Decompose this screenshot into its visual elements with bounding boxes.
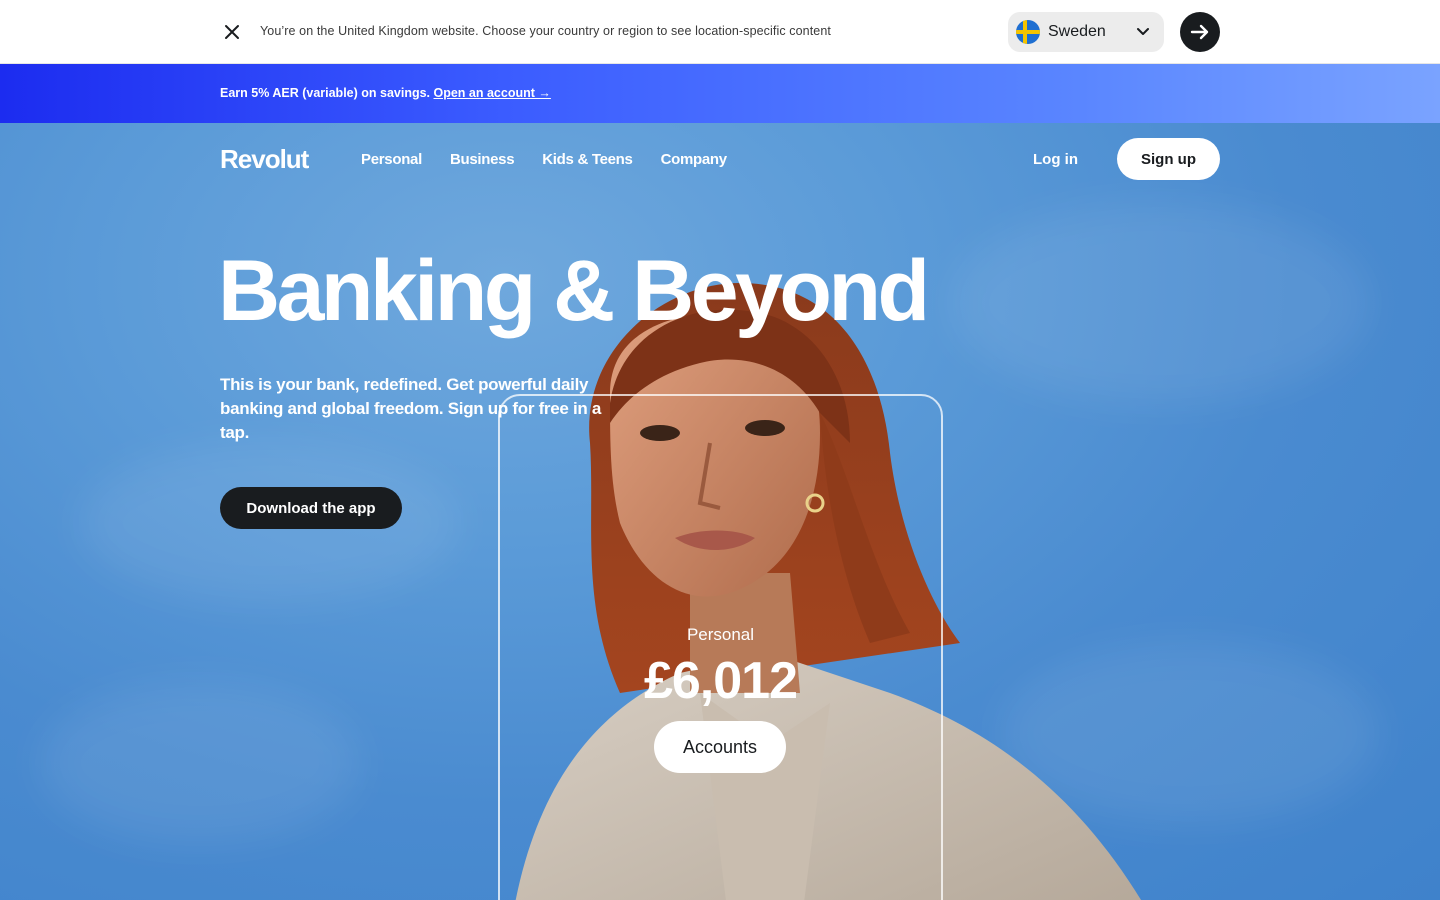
main-nav: Personal Business Kids & Teens Company — [361, 151, 727, 168]
hero-section: Revolut Personal Business Kids & Teens C… — [0, 123, 1440, 900]
country-select[interactable]: Sweden — [1008, 12, 1164, 52]
account-label: Personal — [686, 625, 755, 644]
account-balance: £6,012 — [643, 652, 798, 710]
nav-item-kids-teens[interactable]: Kids & Teens — [542, 151, 633, 168]
account-card-frame — [498, 394, 943, 900]
country-select-value: Sweden — [1048, 23, 1106, 40]
promo-banner: Earn 5% AER (variable) on savings. Open … — [0, 64, 1440, 123]
promo-message: Earn 5% AER (variable) on savings. — [220, 86, 434, 100]
login-link[interactable]: Log in — [1033, 151, 1078, 168]
arrow-right-icon — [1190, 24, 1209, 40]
revolut-logo[interactable]: Revolut — [220, 144, 309, 175]
nav-item-company[interactable]: Company — [661, 151, 728, 168]
country-message: You’re on the United Kingdom website. Ch… — [260, 24, 831, 38]
sweden-flag-icon — [1016, 20, 1040, 44]
promo-text: Earn 5% AER (variable) on savings. Open … — [220, 86, 551, 100]
download-app-button[interactable]: Download the app — [220, 487, 402, 529]
go-button[interactable] — [1180, 12, 1220, 52]
signup-button[interactable]: Sign up — [1117, 138, 1220, 180]
nav-item-business[interactable]: Business — [450, 151, 515, 168]
accounts-button[interactable]: Accounts — [654, 721, 786, 773]
hero-headline: Banking & Beyond — [218, 243, 930, 339]
nav-item-personal[interactable]: Personal — [361, 151, 422, 168]
country-banner: You’re on the United Kingdom website. Ch… — [0, 0, 1440, 64]
open-account-link[interactable]: Open an account → — [434, 86, 551, 100]
close-icon[interactable] — [218, 18, 246, 46]
hero-subtext: This is your bank, redefined. Get powerf… — [220, 375, 602, 442]
chevron-down-icon — [1137, 28, 1149, 35]
